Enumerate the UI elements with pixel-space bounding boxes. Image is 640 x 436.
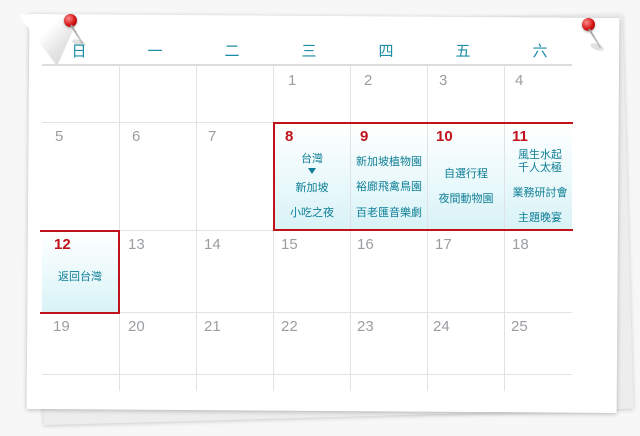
day-number[interactable]: 25 (511, 318, 528, 335)
day-number[interactable]: 16 (357, 236, 374, 253)
day-number[interactable]: 23 (357, 318, 374, 335)
day-number[interactable]: 17 (435, 236, 452, 253)
weekday-sun: 日 (71, 42, 87, 60)
grid-vline (196, 66, 197, 391)
day-number[interactable]: 4 (515, 72, 523, 89)
day-number[interactable]: 18 (512, 236, 529, 253)
day-number[interactable]: 22 (281, 318, 298, 335)
day-number[interactable]: 3 (439, 72, 447, 89)
day-number[interactable]: 6 (132, 128, 140, 145)
calendar-page: 日 一 二 三 四 五 六 1 2 3 4 5 6 7 8 9 10 11 12… (0, 0, 640, 436)
weekday-fri: 五 (455, 42, 471, 60)
weekday-mon: 一 (147, 42, 163, 60)
day-number[interactable]: 21 (204, 318, 221, 335)
day-number[interactable]: 15 (281, 236, 298, 253)
day-number[interactable]: 14 (204, 236, 221, 253)
day-number[interactable]: 13 (128, 236, 145, 253)
day-number[interactable]: 1 (288, 72, 296, 89)
day-number[interactable]: 2 (364, 72, 372, 89)
trip-outline-week2 (273, 122, 573, 231)
weekday-wed: 三 (301, 42, 317, 60)
day-number[interactable]: 7 (208, 128, 216, 145)
calendar-grid: 1 2 3 4 5 6 7 8 9 10 11 12 13 14 15 16 1… (40, 66, 573, 391)
pushpin-icon (578, 18, 605, 58)
day-number[interactable]: 20 (128, 318, 145, 335)
weekday-thu: 四 (378, 42, 394, 60)
day-number[interactable]: 24 (433, 318, 450, 335)
grid-vline (119, 66, 120, 391)
grid-hline (42, 374, 572, 375)
day-number[interactable]: 5 (55, 128, 63, 145)
trip-outline-week3 (40, 230, 120, 314)
weekday-tue: 二 (224, 42, 240, 60)
weekday-sat: 六 (532, 42, 548, 60)
grid-hline (42, 312, 572, 313)
day-number[interactable]: 19 (53, 318, 70, 335)
